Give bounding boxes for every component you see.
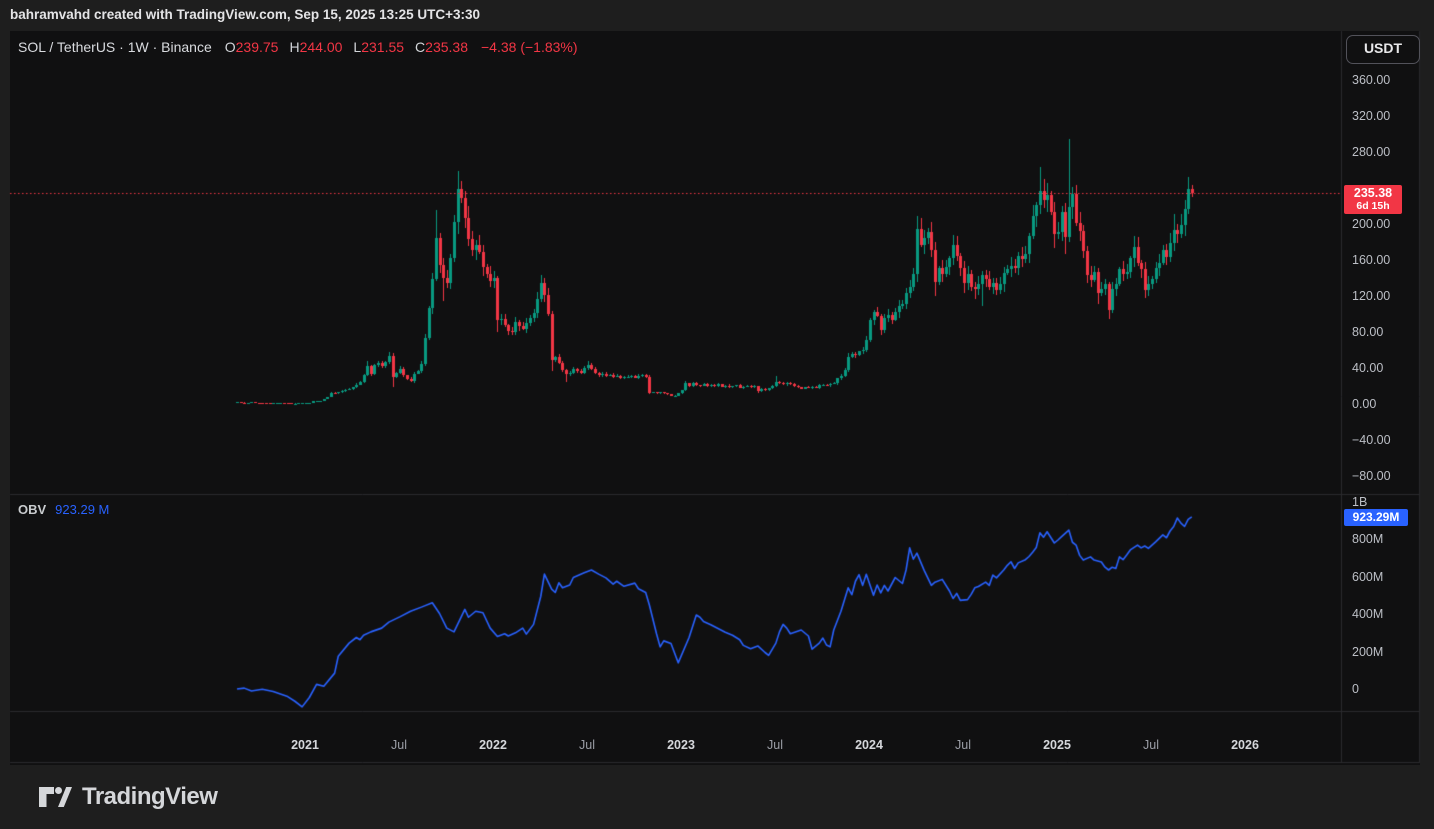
ohlc-close-value: 235.38 (425, 39, 468, 55)
symbol-title[interactable]: SOL / TetherUS · 1W · Binance (18, 39, 212, 55)
tradingview-brand-text: TradingView (82, 783, 217, 811)
ohlc-values: O239.75 H244.00 L231.55 C235.38 (225, 39, 468, 55)
tradingview-snapshot: bahramvahd created with TradingView.com,… (0, 0, 1434, 829)
ohlc-low-value: 231.55 (361, 39, 404, 55)
obv-scale[interactable] (1341, 494, 1420, 711)
obv-indicator-label[interactable]: OBV (18, 502, 46, 517)
ohlc-open-value: 239.75 (236, 39, 279, 55)
obv-legend: OBV 923.29 M (18, 502, 109, 517)
tradingview-logo-icon (38, 783, 72, 811)
obv-current-value: 923.29 M (55, 502, 109, 517)
ohlc-open-label: O (225, 39, 236, 55)
price-change: −4.38 (−1.83%) (481, 39, 578, 55)
chart-canvas[interactable] (0, 0, 1434, 829)
time-scale[interactable] (10, 711, 1420, 762)
ohlc-close-label: C (415, 39, 425, 55)
ohlc-high-value: 244.00 (300, 39, 343, 55)
tradingview-footer: TradingView (38, 779, 217, 815)
symbol-legend: SOL / TetherUS · 1W · Binance O239.75 H2… (18, 39, 578, 55)
price-scale[interactable] (1341, 31, 1420, 494)
attribution-text: bahramvahd created with TradingView.com,… (10, 7, 480, 22)
ohlc-high-label: H (289, 39, 299, 55)
